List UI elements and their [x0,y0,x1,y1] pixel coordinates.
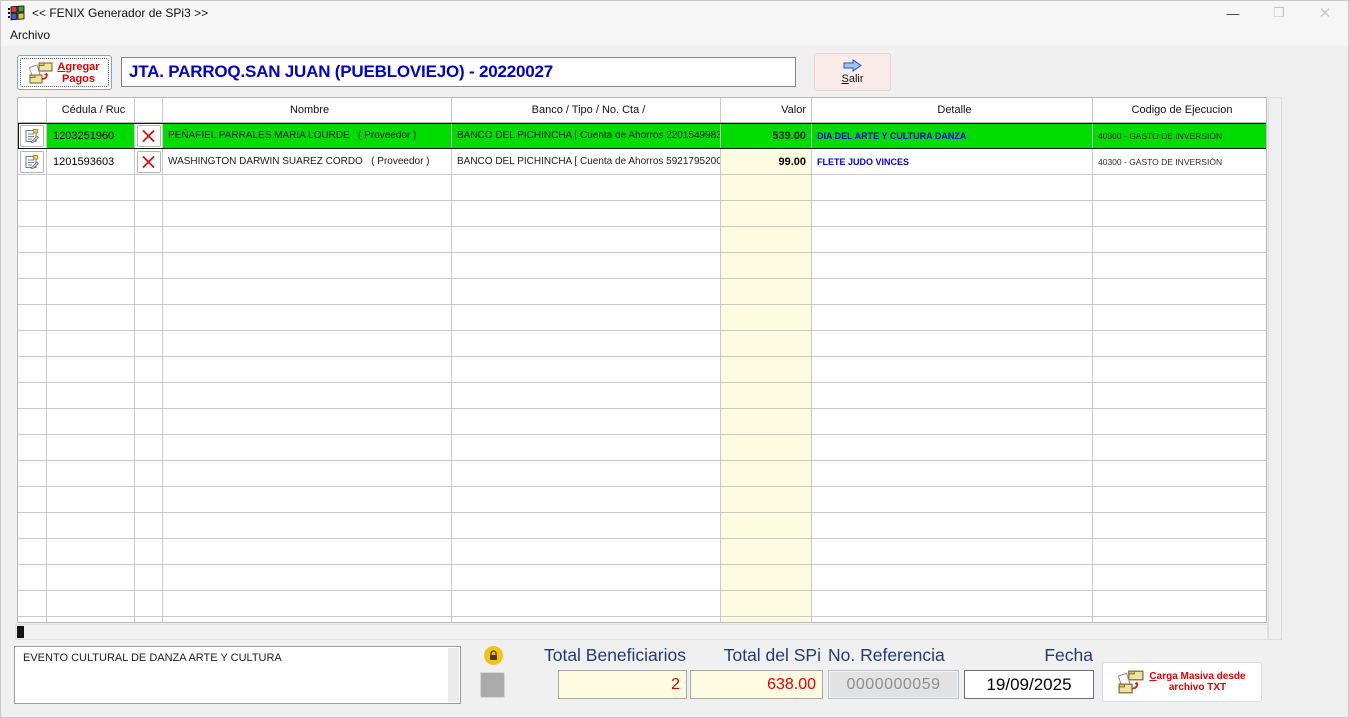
no-referencia-field: 0000000059 [828,670,959,699]
exit-arrow-icon [843,59,862,72]
table-row-empty [18,617,1266,622]
cell-nombre: PEÑAFIEL PARRALES MARIA LOURDE ( Proveed… [163,123,452,149]
cell-banco: BANCO DEL PICHINCHA [ Cuenta de Ahorros … [452,123,721,149]
agregar-pagos-label: Agregar Pagos [57,60,100,85]
table-body: 1203251960 PEÑAFIEL PARRALES MARIA LOURD… [18,123,1266,622]
textarea-scrollbar [448,648,459,702]
delete-x-icon [142,155,155,168]
app-window: << FENIX Generador de SPi3 >> — ❐ ✕ Arch… [0,0,1349,718]
header-banco: Banco / Tipo / No. Cta / [452,98,721,122]
detalle-general-text: EVENTO CULTURAL DE DANZA ARTE Y CULTURA [23,652,282,664]
total-beneficiarios-field: 2 [558,670,687,699]
cell-banco: BANCO DEL PICHINCHA [ Cuenta de Ahorros … [452,149,721,175]
table-row-empty [18,305,1266,331]
total-spi-label: Total del SPi [723,645,821,665]
menu-bar: Archivo [1,25,1348,46]
window-title: << FENIX Generador de SPi3 >> [32,6,209,20]
carga-masiva-folder-icon [1118,670,1144,694]
cell-detalle: DIA DEL ARTE Y CULTURA DANZA [812,123,1093,149]
cell-detalle: FLETE JUDO VINCES [812,149,1093,175]
header-delete-col [135,98,163,122]
delete-row-button[interactable] [136,124,161,147]
horizontal-scrollbar-thumb[interactable] [17,626,24,638]
table-row-empty [18,513,1266,539]
fecha-label: Fecha [1044,645,1093,665]
total-spi-field: 638.00 [690,670,823,699]
lock-icon [484,646,503,665]
no-referencia-label: No. Referencia [828,645,945,665]
table-row-empty [18,591,1266,617]
cell-codigo: 40300 - GASTO DE INVERSIÓN [1093,123,1266,149]
salir-label: Salir [841,73,864,85]
detalle-general-textarea[interactable]: EVENTO CULTURAL DE DANZA ARTE Y CULTURA [14,646,461,704]
header-codigo: Codigo de Ejecucion [1093,98,1266,122]
table-row-empty [18,201,1266,227]
add-payments-folder-icon [29,62,53,83]
cell-valor: 99.00 [721,149,812,175]
cell-cedula: 1201593603 [47,149,135,175]
table-row-empty [18,253,1266,279]
delete-x-icon [142,129,155,142]
menu-archivo[interactable]: Archivo [1,25,59,45]
table-row-empty [18,539,1266,565]
title-bar: << FENIX Generador de SPi3 >> — ❐ ✕ [1,1,1348,25]
payments-table: Cédula / Ruc Nombre Banco / Tipo / No. C… [17,97,1267,623]
table-row-empty [18,487,1266,513]
table-row-empty [18,565,1266,591]
entity-title-field[interactable]: JTA. PARROQ.SAN JUAN (PUEBLOVIEJO) - 202… [121,57,796,87]
cell-valor: 539.00 [721,123,812,149]
table-row-empty [18,175,1266,201]
header-cedula: Cédula / Ruc [47,98,135,122]
table-row-empty [18,383,1266,409]
delete-row-button[interactable] [136,150,161,173]
vertical-scrollbar[interactable] [1268,97,1282,640]
total-beneficiarios-label: Total Beneficiarios [543,645,686,665]
gray-square-button[interactable] [480,672,505,698]
cell-cedula: 1203251960 [47,123,135,149]
table-row[interactable]: 1203251960 PEÑAFIEL PARRALES MARIA LOURD… [18,123,1266,149]
table-row-empty [18,227,1266,253]
app-logo-icon [8,5,25,21]
table-row[interactable]: 1201593603 WASHINGTON DARWIN SUAREZ CORD… [18,149,1266,175]
table-header-row: Cédula / Ruc Nombre Banco / Tipo / No. C… [18,98,1266,123]
table-row-empty [18,279,1266,305]
horizontal-scrollbar[interactable] [15,624,1268,640]
close-button[interactable]: ✕ [1302,1,1348,25]
carga-masiva-button[interactable]: Carga Masiva desde archivo TXT [1102,662,1262,702]
edit-row-icon [25,128,39,143]
table-row-empty [18,357,1266,383]
edit-row-button[interactable] [20,150,44,173]
salir-button[interactable]: Salir [814,53,891,91]
fecha-field[interactable]: 19/09/2025 [964,670,1094,699]
cell-codigo: 40300 - GASTO DE INVERSIÓN [1093,149,1266,175]
header-icon-col [18,98,47,122]
table-row-empty [18,409,1266,435]
edit-row-button[interactable] [20,124,44,147]
table-row-empty [18,331,1266,357]
agregar-pagos-button[interactable]: Agregar Pagos [17,55,112,90]
header-valor: Valor [721,98,812,122]
header-detalle: Detalle [812,98,1093,122]
table-row-empty [18,461,1266,487]
cell-nombre: WASHINGTON DARWIN SUAREZ CORDO ( Proveed… [163,149,452,175]
table-row-empty [18,435,1266,461]
header-nombre: Nombre [163,98,452,122]
minimize-button[interactable]: — [1210,1,1256,25]
carga-masiva-label: Carga Masiva desde archivo TXT [1149,671,1246,693]
maximize-button[interactable]: ❐ [1256,1,1302,25]
edit-row-icon [25,154,39,169]
